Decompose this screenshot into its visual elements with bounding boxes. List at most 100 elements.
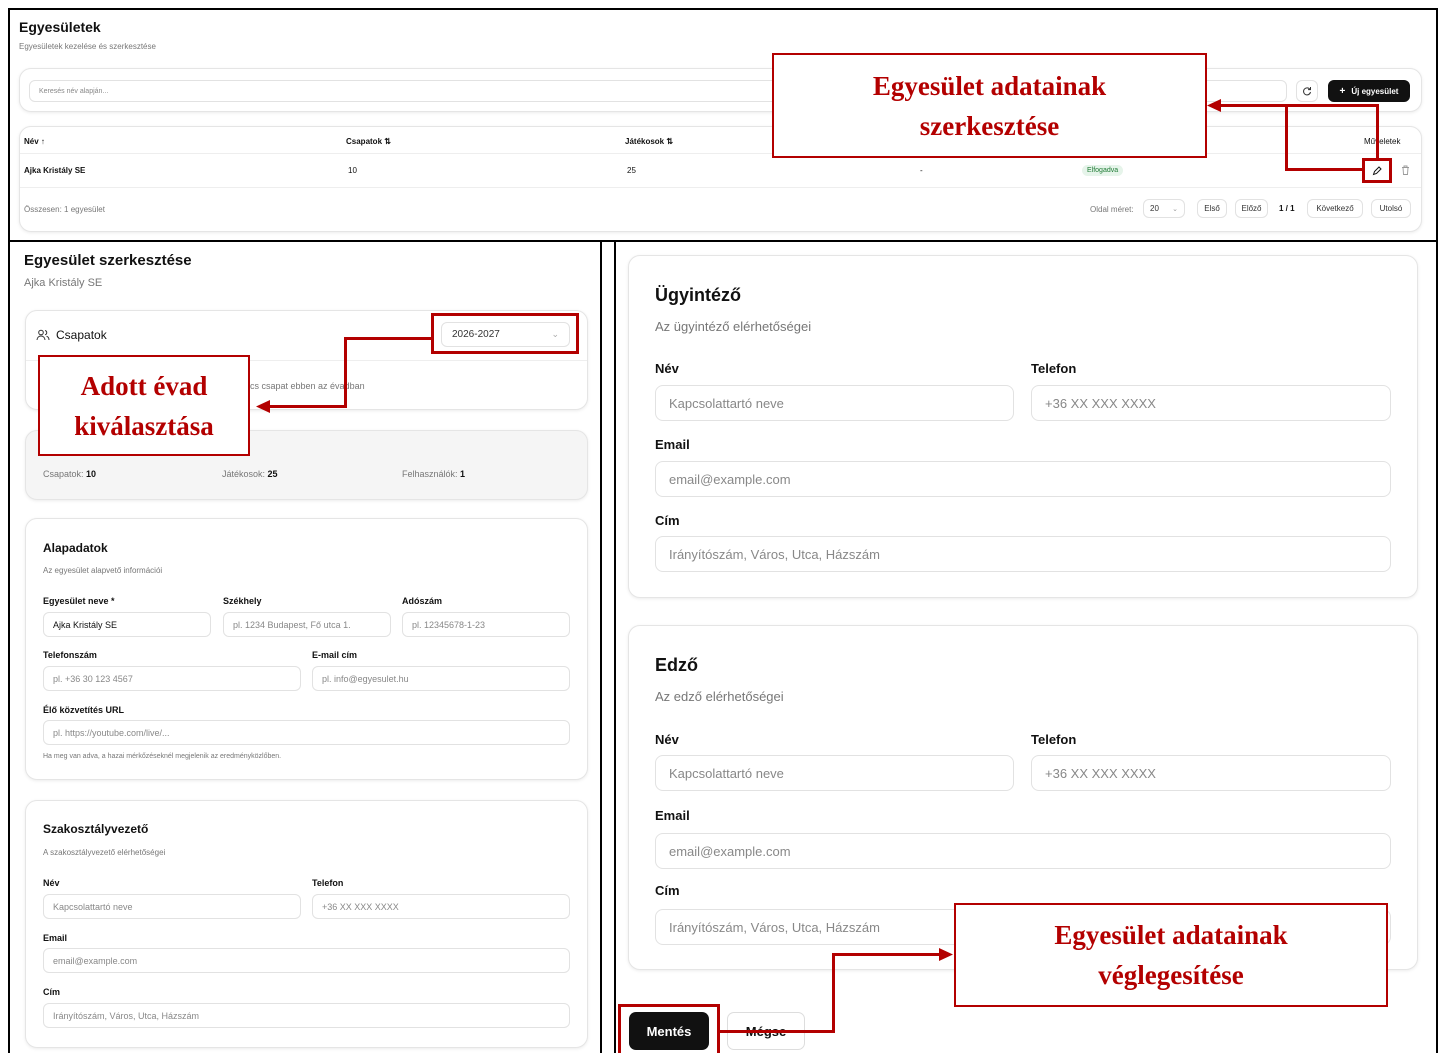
coach-name-label: Név xyxy=(655,732,679,747)
admin-name-label: Név xyxy=(655,361,679,376)
annotation-edit-line2: szerkesztése xyxy=(919,110,1060,141)
email-label: E-mail cím xyxy=(312,650,358,660)
tax-input[interactable]: pl. 12345678-1-23 xyxy=(402,612,570,637)
page-indicator: 1 / 1 xyxy=(1279,204,1295,213)
status-badge: Elfogadva xyxy=(1082,165,1124,176)
connector-line xyxy=(1285,168,1365,171)
head-address-input[interactable]: Irányítószám, Város, Utca, Házszám xyxy=(43,1003,570,1028)
col-header-name[interactable]: Név ↑ xyxy=(24,137,45,146)
refresh-icon xyxy=(1303,87,1311,96)
connector-line xyxy=(832,953,940,956)
row-club-name[interactable]: Ajka Kristály SE xyxy=(24,166,85,175)
refresh-button[interactable] xyxy=(1296,80,1318,102)
section-head-title: Szakosztályvezető xyxy=(43,822,149,836)
annotation-season-line1: Adott évad xyxy=(80,370,208,401)
row-dash: - xyxy=(920,166,923,175)
connector-line xyxy=(1220,104,1288,107)
live-url-input[interactable]: pl. https://youtube.com/live/... xyxy=(43,720,570,745)
email-input[interactable]: pl. info@egyesulet.hu xyxy=(312,666,570,691)
connector-line xyxy=(1376,104,1379,159)
col-header-actions: Műveletek xyxy=(1364,137,1401,146)
next-page-button[interactable]: Következő xyxy=(1307,199,1363,218)
admin-phone-label: Telefon xyxy=(1031,361,1077,376)
table-divider xyxy=(20,187,1421,188)
plus-icon: + xyxy=(1339,85,1346,97)
tax-label: Adószám xyxy=(402,596,443,606)
sort-icon: ⇅ xyxy=(666,137,674,146)
head-email-label: Email xyxy=(43,933,68,943)
admin-email-input[interactable]: email@example.com xyxy=(655,461,1391,497)
admin-title: Ügyintéző xyxy=(655,285,742,305)
page-size-value: 20 xyxy=(1150,204,1159,213)
section-head-desc: A szakosztályvezető elérhetőségei xyxy=(43,848,166,857)
total-count: Összesen: 1 egyesület xyxy=(24,205,105,214)
season-value: 2026-2027 xyxy=(452,329,500,340)
coach-email-input[interactable]: email@example.com xyxy=(655,833,1391,869)
seat-input[interactable]: pl. 1234 Budapest, Fő utca 1. xyxy=(223,612,391,637)
admin-address-label: Cím xyxy=(655,513,680,528)
head-name-input[interactable]: Kapcsolattartó neve xyxy=(43,894,301,919)
arrow-head xyxy=(1207,99,1221,112)
coach-phone-input[interactable]: +36 XX XXX XXXX xyxy=(1031,755,1391,791)
col-header-players[interactable]: Játékosok ⇅ xyxy=(625,137,673,146)
stat-teams: Csapatok: 10 xyxy=(43,469,97,479)
last-page-button[interactable]: Utolsó xyxy=(1371,199,1411,218)
connector-line xyxy=(1285,104,1288,171)
connector-line xyxy=(344,337,347,408)
save-button[interactable]: Mentés xyxy=(629,1012,709,1050)
admin-address-input[interactable]: Irányítószám, Város, Utca, Házszám xyxy=(655,536,1391,572)
club-name-label: Egyesület neve * xyxy=(43,596,115,606)
basic-data-desc: Az egyesület alapvető információi xyxy=(43,566,163,575)
head-phone-input[interactable]: +36 XX XXX XXXX xyxy=(312,894,570,919)
delete-button[interactable] xyxy=(1398,163,1412,177)
no-teams-text: cs csapat ebben az évadban xyxy=(250,381,365,391)
coach-desc: Az edző elérhetőségei xyxy=(655,689,784,704)
new-club-button[interactable]: + Új egyesület xyxy=(1328,80,1410,102)
chevron-down-icon: ⌄ xyxy=(1172,205,1178,213)
head-name-label: Név xyxy=(43,878,60,888)
annotation-save: Egyesület adatainak véglegesítése xyxy=(954,903,1388,1007)
page-title: Egyesületek xyxy=(19,19,101,35)
admin-phone-input[interactable]: +36 XX XXX XXXX xyxy=(1031,385,1391,421)
head-phone-label: Telefon xyxy=(312,878,344,888)
club-name-input[interactable]: Ajka Kristály SE xyxy=(43,612,211,637)
stat-players: Játékosok: 25 xyxy=(222,469,278,479)
head-address-label: Cím xyxy=(43,987,61,997)
teams-label: Csapatok xyxy=(56,328,107,342)
seat-label: Székhely xyxy=(223,596,262,606)
page-size-select[interactable]: 20 ⌄ xyxy=(1143,199,1185,218)
head-email-input[interactable]: email@example.com xyxy=(43,948,570,973)
annotation-edit: Egyesület adatainak szerkesztése xyxy=(772,53,1207,158)
coach-phone-label: Telefon xyxy=(1031,732,1077,747)
connector-line xyxy=(344,337,432,340)
page-size-label: Oldal méret: xyxy=(1090,205,1134,214)
live-url-label: Élő közvetítés URL xyxy=(43,705,125,715)
annotation-save-line2: véglegesítése xyxy=(1098,960,1244,990)
col-header-teams[interactable]: Csapatok ⇅ xyxy=(346,137,391,146)
trash-icon xyxy=(1401,165,1409,175)
arrow-head xyxy=(939,948,953,961)
first-page-button[interactable]: Első xyxy=(1197,199,1227,218)
annotation-season-line2: kiválasztása xyxy=(74,410,214,441)
edit-title: Egyesület szerkesztése xyxy=(24,252,192,269)
coach-address-label: Cím xyxy=(655,883,680,898)
connector-line xyxy=(720,1030,835,1033)
coach-name-input[interactable]: Kapcsolattartó neve xyxy=(655,755,1014,791)
season-select[interactable]: 2026-2027 ⌄ xyxy=(441,322,570,347)
annotation-season: Adott évad kiválasztása xyxy=(38,355,250,456)
new-club-label: Új egyesület xyxy=(1351,86,1399,96)
coach-title: Edző xyxy=(655,655,698,675)
arrow-head xyxy=(256,400,270,413)
row-teams: 10 xyxy=(348,166,357,175)
admin-desc: Az ügyintéző elérhetőségei xyxy=(655,319,812,334)
phone-label: Telefonszám xyxy=(43,650,97,660)
teams-header: Csapatok xyxy=(36,328,107,342)
prev-page-button[interactable]: Előző xyxy=(1235,199,1268,218)
basic-data-title: Alapadatok xyxy=(43,541,108,555)
sort-icon: ⇅ xyxy=(384,137,391,146)
phone-input[interactable]: pl. +36 30 123 4567 xyxy=(43,666,301,691)
page-subtitle: Egyesületek kezelése és szerkesztése xyxy=(19,42,156,51)
sort-asc-icon: ↑ xyxy=(40,137,45,146)
admin-name-input[interactable]: Kapcsolattartó neve xyxy=(655,385,1014,421)
edit-button[interactable] xyxy=(1362,158,1392,183)
